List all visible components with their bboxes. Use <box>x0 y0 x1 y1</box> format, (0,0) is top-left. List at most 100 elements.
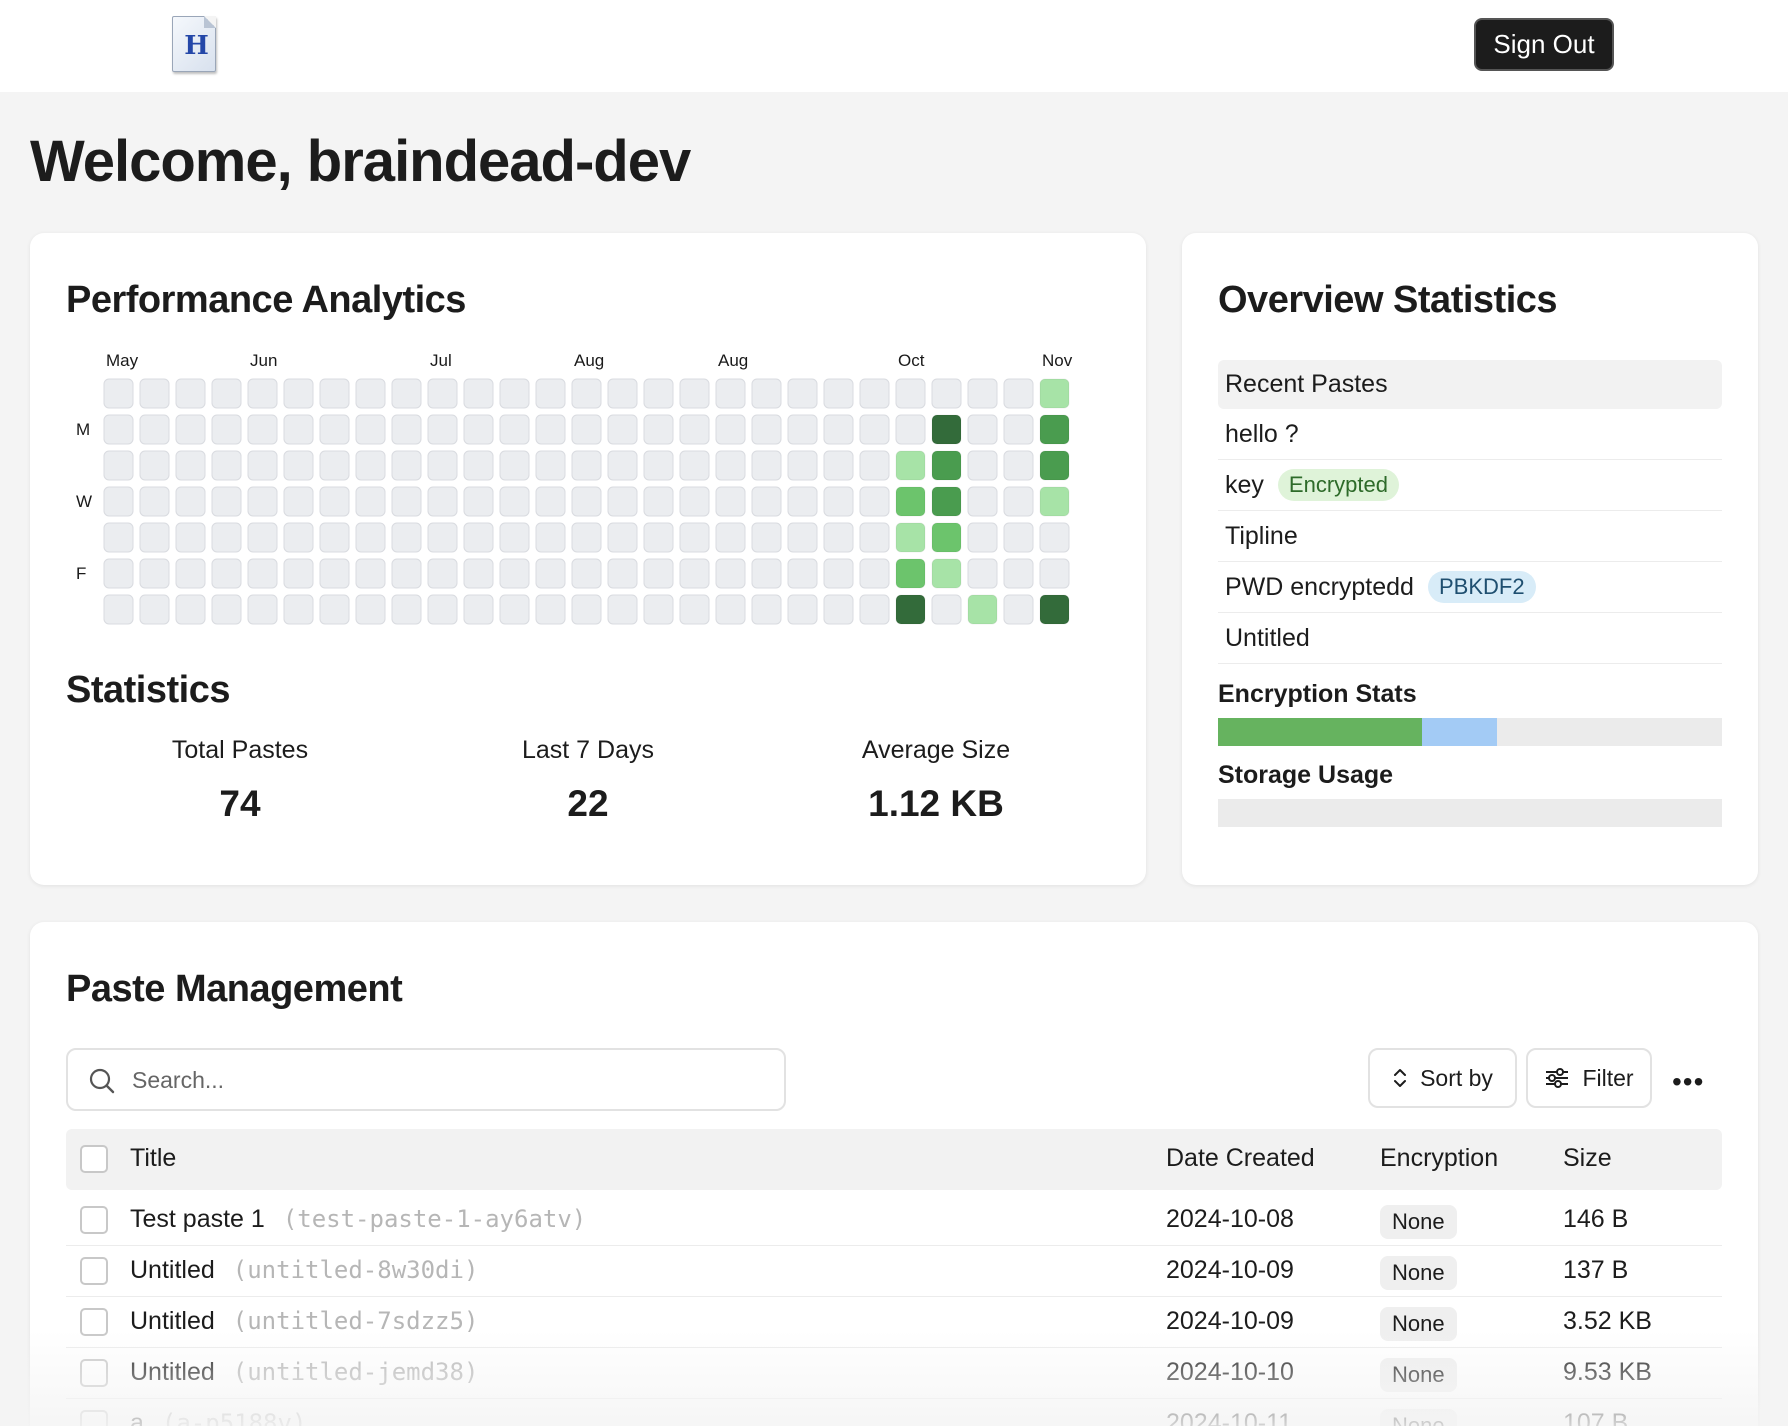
heatmap-cell[interactable] <box>607 414 638 445</box>
heatmap-cell[interactable] <box>247 378 278 409</box>
recent-paste-item[interactable]: hello ? <box>1218 409 1722 460</box>
heatmap-cell[interactable] <box>499 414 530 445</box>
heatmap-cell[interactable] <box>931 486 962 517</box>
heatmap-cell[interactable] <box>283 522 314 553</box>
heatmap-cell[interactable] <box>139 486 170 517</box>
heatmap-cell[interactable] <box>643 450 674 481</box>
sign-out-button[interactable]: Sign Out <box>1474 18 1614 71</box>
heatmap-cell[interactable] <box>1039 414 1070 445</box>
heatmap-cell[interactable] <box>139 558 170 589</box>
heatmap-cell[interactable] <box>715 522 746 553</box>
heatmap-cell[interactable] <box>427 378 458 409</box>
heatmap-cell[interactable] <box>391 522 422 553</box>
heatmap-cell[interactable] <box>931 594 962 625</box>
heatmap-cell[interactable] <box>1039 594 1070 625</box>
heatmap-cell[interactable] <box>895 522 926 553</box>
heatmap-cell[interactable] <box>1003 522 1034 553</box>
heatmap-cell[interactable] <box>751 378 782 409</box>
heatmap-cell[interactable] <box>175 522 206 553</box>
heatmap-cell[interactable] <box>139 594 170 625</box>
search-input[interactable] <box>132 1062 752 1098</box>
heatmap-cell[interactable] <box>283 486 314 517</box>
heatmap-cell[interactable] <box>499 378 530 409</box>
heatmap-cell[interactable] <box>859 594 890 625</box>
heatmap-cell[interactable] <box>607 558 638 589</box>
heatmap-cell[interactable] <box>499 594 530 625</box>
heatmap-cell[interactable] <box>823 378 854 409</box>
heatmap-cell[interactable] <box>859 414 890 445</box>
heatmap-cell[interactable] <box>391 558 422 589</box>
heatmap-cell[interactable] <box>139 414 170 445</box>
heatmap-cell[interactable] <box>319 558 350 589</box>
heatmap-cell[interactable] <box>319 414 350 445</box>
heatmap-cell[interactable] <box>535 594 566 625</box>
row-checkbox[interactable] <box>80 1359 108 1387</box>
heatmap-cell[interactable] <box>607 486 638 517</box>
heatmap-cell[interactable] <box>103 558 134 589</box>
heatmap-cell[interactable] <box>1003 594 1034 625</box>
heatmap-cell[interactable] <box>175 450 206 481</box>
heatmap-cell[interactable] <box>103 486 134 517</box>
heatmap-cell[interactable] <box>895 594 926 625</box>
heatmap-cell[interactable] <box>103 594 134 625</box>
column-encryption[interactable]: Encryption <box>1380 1144 1498 1173</box>
heatmap-cell[interactable] <box>535 522 566 553</box>
heatmap-cell[interactable] <box>463 594 494 625</box>
column-date-created[interactable]: Date Created <box>1166 1144 1315 1173</box>
heatmap-cell[interactable] <box>643 522 674 553</box>
heatmap-cell[interactable] <box>679 378 710 409</box>
heatmap-cell[interactable] <box>391 594 422 625</box>
heatmap-cell[interactable] <box>1003 486 1034 517</box>
heatmap-cell[interactable] <box>175 594 206 625</box>
heatmap-cell[interactable] <box>895 450 926 481</box>
heatmap-cell[interactable] <box>751 522 782 553</box>
heatmap-cell[interactable] <box>679 522 710 553</box>
heatmap-cell[interactable] <box>571 558 602 589</box>
heatmap-cell[interactable] <box>499 450 530 481</box>
heatmap-cell[interactable] <box>355 594 386 625</box>
heatmap-cell[interactable] <box>1039 486 1070 517</box>
heatmap-cell[interactable] <box>715 378 746 409</box>
heatmap-cell[interactable] <box>967 522 998 553</box>
heatmap-cell[interactable] <box>679 594 710 625</box>
heatmap-cell[interactable] <box>607 450 638 481</box>
row-checkbox[interactable] <box>80 1308 108 1336</box>
heatmap-cell[interactable] <box>643 486 674 517</box>
heatmap-cell[interactable] <box>823 594 854 625</box>
heatmap-cell[interactable] <box>751 558 782 589</box>
heatmap-cell[interactable] <box>211 450 242 481</box>
heatmap-cell[interactable] <box>1039 558 1070 589</box>
heatmap-cell[interactable] <box>787 486 818 517</box>
heatmap-cell[interactable] <box>283 450 314 481</box>
heatmap-cell[interactable] <box>319 486 350 517</box>
heatmap-cell[interactable] <box>499 486 530 517</box>
heatmap-cell[interactable] <box>931 522 962 553</box>
heatmap-cell[interactable] <box>607 594 638 625</box>
heatmap-cell[interactable] <box>355 486 386 517</box>
heatmap-cell[interactable] <box>355 378 386 409</box>
heatmap-cell[interactable] <box>1003 378 1034 409</box>
heatmap-cell[interactable] <box>1003 414 1034 445</box>
heatmap-cell[interactable] <box>571 378 602 409</box>
heatmap-cell[interactable] <box>391 486 422 517</box>
heatmap-cell[interactable] <box>211 414 242 445</box>
heatmap-cell[interactable] <box>679 450 710 481</box>
heatmap-cell[interactable] <box>751 486 782 517</box>
heatmap-cell[interactable] <box>931 378 962 409</box>
heatmap-cell[interactable] <box>535 486 566 517</box>
heatmap-cell[interactable] <box>319 378 350 409</box>
recent-paste-item[interactable]: PWD encryptedd PBKDF2 <box>1218 562 1722 613</box>
heatmap-cell[interactable] <box>787 378 818 409</box>
heatmap-cell[interactable] <box>787 414 818 445</box>
heatmap-cell[interactable] <box>895 414 926 445</box>
select-all-checkbox[interactable] <box>80 1145 108 1173</box>
heatmap-cell[interactable] <box>211 558 242 589</box>
heatmap-cell[interactable] <box>247 594 278 625</box>
heatmap-cell[interactable] <box>247 522 278 553</box>
heatmap-cell[interactable] <box>715 414 746 445</box>
heatmap-cell[interactable] <box>391 414 422 445</box>
table-row[interactable]: Test paste 1 (test-paste-1-ay6atv) 2024-1… <box>66 1195 1722 1246</box>
heatmap-cell[interactable] <box>679 558 710 589</box>
heatmap-cell[interactable] <box>175 558 206 589</box>
row-checkbox[interactable] <box>80 1257 108 1285</box>
